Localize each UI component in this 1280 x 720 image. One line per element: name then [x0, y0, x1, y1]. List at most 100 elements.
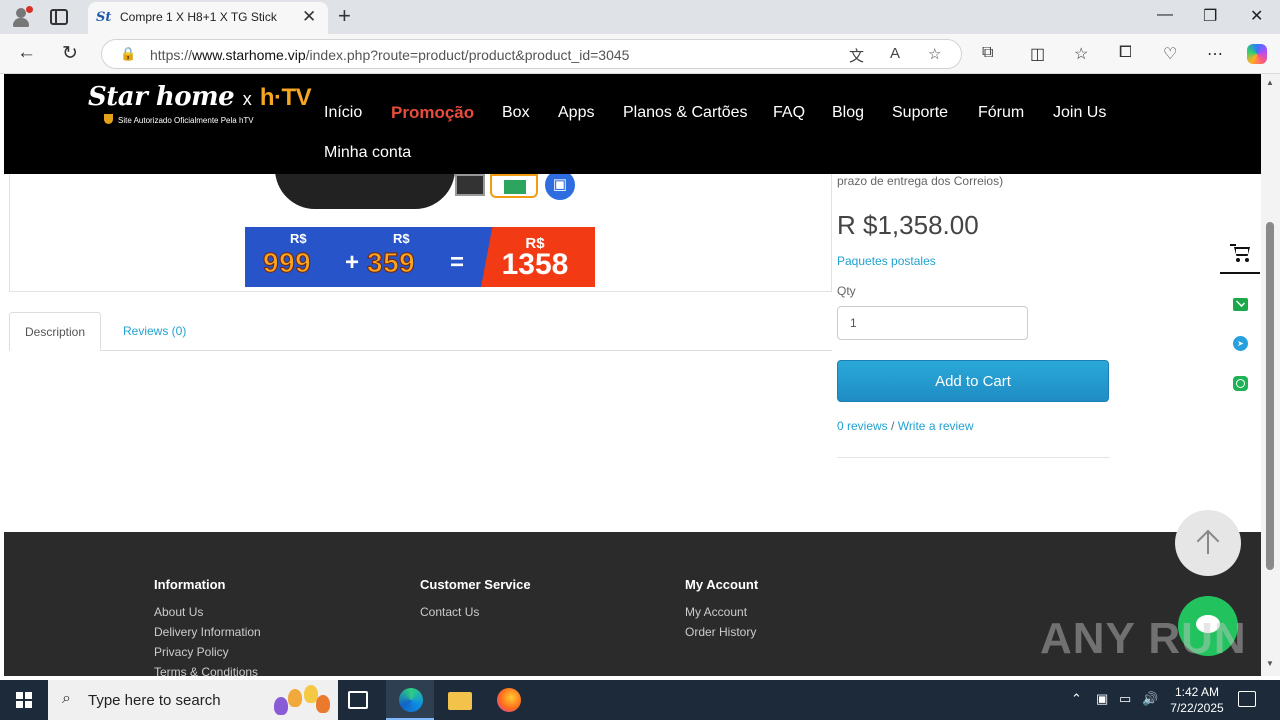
- telegram-icon[interactable]: ➤: [1233, 336, 1248, 351]
- browser-essentials-icon[interactable]: ♡: [1163, 44, 1177, 64]
- task-view-icon[interactable]: [348, 691, 368, 709]
- volume-icon[interactable]: 🔊: [1142, 691, 1158, 707]
- refresh-icon[interactable]: ↻: [62, 42, 78, 65]
- site-logo[interactable]: Star home x h·TV: [88, 82, 312, 112]
- footer-customer-service: Customer Service Contact Us: [420, 577, 531, 622]
- favorites-icon[interactable]: ☆: [1074, 44, 1088, 64]
- footer-heading: My Account: [685, 577, 759, 592]
- notifications-icon[interactable]: [1238, 691, 1256, 707]
- product-image[interactable]: ▣ R$ 999 + R$ 359 = R$ 1358: [245, 174, 595, 287]
- page-scrollbar[interactable]: ▲ ▼: [1261, 74, 1280, 676]
- menu-item-suporte[interactable]: Suporte: [892, 104, 948, 122]
- footer-my-account: My Account My Account Order History: [685, 577, 758, 642]
- favorite-star-icon[interactable]: ☆: [928, 45, 941, 63]
- menu-item-join-us[interactable]: Join Us: [1053, 104, 1106, 122]
- menu-item-blog[interactable]: Blog: [832, 104, 864, 122]
- show-hidden-icons-icon[interactable]: ⌃: [1071, 691, 1082, 707]
- floating-side-widget: ➤: [1220, 222, 1260, 412]
- menu-item-apps[interactable]: Apps: [558, 104, 594, 122]
- footer-link-order-history[interactable]: Order History: [685, 622, 758, 642]
- copilot-icon[interactable]: [1247, 44, 1267, 64]
- menu-item-promocao[interactable]: Promoção: [391, 103, 474, 123]
- add-to-cart-button[interactable]: Add to Cart: [837, 360, 1109, 402]
- restore-icon[interactable]: ❐: [1203, 6, 1217, 26]
- review-links: 0 reviews / Write a review: [837, 419, 974, 433]
- divider: [837, 457, 1110, 458]
- profile-icon[interactable]: [10, 6, 34, 28]
- search-icon: ⌕: [62, 690, 71, 707]
- firefox-icon[interactable]: [497, 688, 521, 712]
- site-favicon-icon: St: [96, 10, 112, 25]
- footer-link-privacy[interactable]: Privacy Policy: [154, 642, 261, 662]
- browser-tab-bar: St Compre 1 X H8+1 X TG Stick ✕ + — ❐ ✕: [0, 0, 1280, 34]
- more-options-icon[interactable]: ⋯: [1207, 44, 1223, 64]
- menu-item-minha-conta[interactable]: Minha conta: [324, 144, 411, 162]
- scroll-up-icon[interactable]: ▲: [1266, 78, 1274, 87]
- footer-link-my-account[interactable]: My Account: [685, 602, 758, 622]
- flowers-icon: [270, 683, 332, 717]
- read-aloud-icon[interactable]: A: [890, 45, 900, 62]
- windows-taskbar: ⌕ Type here to search ⌃ ▣ ▭ 🔊 1:42 AM 7/…: [0, 680, 1280, 720]
- reviews-count-link[interactable]: 0 reviews: [837, 419, 888, 433]
- tab-reviews[interactable]: Reviews (0): [108, 312, 201, 351]
- tab-description[interactable]: Description: [9, 312, 102, 351]
- taskbar-clock[interactable]: 1:42 AM 7/22/2025: [1162, 684, 1232, 716]
- delivery-note: prazo de entrega dos Correios): [837, 174, 1004, 188]
- new-tab-icon[interactable]: +: [338, 3, 351, 29]
- qty-input[interactable]: [837, 306, 1028, 340]
- address-bar[interactable]: 🔒 https://www.starhome.vip/index.php?rou…: [101, 39, 962, 69]
- tv-box-image: [275, 174, 455, 209]
- footer-link-delivery[interactable]: Delivery Information: [154, 622, 261, 642]
- taskbar-search[interactable]: ⌕ Type here to search: [48, 680, 338, 720]
- whatsapp-icon[interactable]: [1233, 376, 1248, 391]
- scroll-to-top-button[interactable]: [1175, 510, 1241, 576]
- gift-icon: ▣: [543, 174, 577, 202]
- tab-close-icon[interactable]: ✕: [302, 7, 316, 27]
- cart-icon[interactable]: [1230, 244, 1252, 262]
- menu-item-planos[interactable]: Planos & Cartões: [623, 104, 748, 122]
- shield-icon: [104, 114, 113, 124]
- qty-label: Qty: [837, 284, 856, 298]
- tab-actions-icon[interactable]: [50, 9, 68, 25]
- search-placeholder: Type here to search: [88, 692, 221, 709]
- windows-start-icon[interactable]: [16, 692, 32, 708]
- price-banner: R$ 999 + R$ 359 = R$ 1358: [245, 227, 595, 287]
- menu-item-forum[interactable]: Fórum: [978, 104, 1024, 122]
- logo-tagline: Site Autorizado Oficialmente Pela hTV: [104, 114, 254, 125]
- tab-title: Compre 1 X H8+1 X TG Stick: [120, 10, 277, 24]
- footer-heading: Customer Service: [420, 577, 531, 592]
- scroll-down-icon[interactable]: ▼: [1266, 659, 1274, 668]
- watermark-logo: ANY RUN: [1040, 614, 1247, 663]
- write-review-link[interactable]: Write a review: [898, 419, 974, 433]
- extensions-icon[interactable]: ⧉: [982, 44, 993, 62]
- url-text: https://www.starhome.vip/index.php?route…: [150, 47, 630, 63]
- product-tabs: Description Reviews (0): [9, 312, 832, 351]
- back-icon[interactable]: ←: [17, 42, 36, 64]
- window-close-icon[interactable]: ✕: [1250, 6, 1263, 26]
- browser-toolbar: ← ↻ 🔒 https://www.starhome.vip/index.php…: [0, 34, 1280, 74]
- minimize-icon[interactable]: —: [1157, 6, 1173, 24]
- site-info-icon[interactable]: 🔒: [120, 46, 136, 62]
- scrollbar-thumb[interactable]: [1266, 222, 1274, 570]
- footer-link-contact[interactable]: Contact Us: [420, 602, 531, 622]
- network-icon[interactable]: ▭: [1119, 691, 1131, 707]
- menu-item-inicio[interactable]: Início: [324, 104, 362, 122]
- browser-tab[interactable]: St Compre 1 X H8+1 X TG Stick ✕: [88, 2, 328, 34]
- footer-link-about[interactable]: About Us: [154, 602, 261, 622]
- menu-item-faq[interactable]: FAQ: [773, 104, 805, 122]
- split-screen-icon[interactable]: ◫: [1030, 44, 1045, 64]
- web-page: Star home x h·TV Site Autorizado Oficial…: [4, 74, 1261, 676]
- edge-browser-icon[interactable]: [399, 688, 423, 712]
- footer-information: Information About Us Delivery Informatio…: [154, 577, 261, 676]
- shipping-method-link[interactable]: Paquetes postales: [837, 254, 936, 268]
- site-header: Star home x h·TV Site Autorizado Oficial…: [4, 74, 1261, 174]
- footer-heading: Information: [154, 577, 226, 592]
- email-icon[interactable]: [1233, 298, 1248, 311]
- device-icon[interactable]: ▣: [1096, 691, 1108, 707]
- footer-link-terms[interactable]: Terms & Conditions: [154, 662, 261, 676]
- translate-icon[interactable]: 文: [849, 45, 864, 66]
- file-explorer-icon[interactable]: [448, 692, 472, 710]
- collections-icon[interactable]: ⧠: [1119, 44, 1132, 62]
- menu-item-box[interactable]: Box: [502, 104, 530, 122]
- product-price: R $1,358.00: [837, 210, 979, 240]
